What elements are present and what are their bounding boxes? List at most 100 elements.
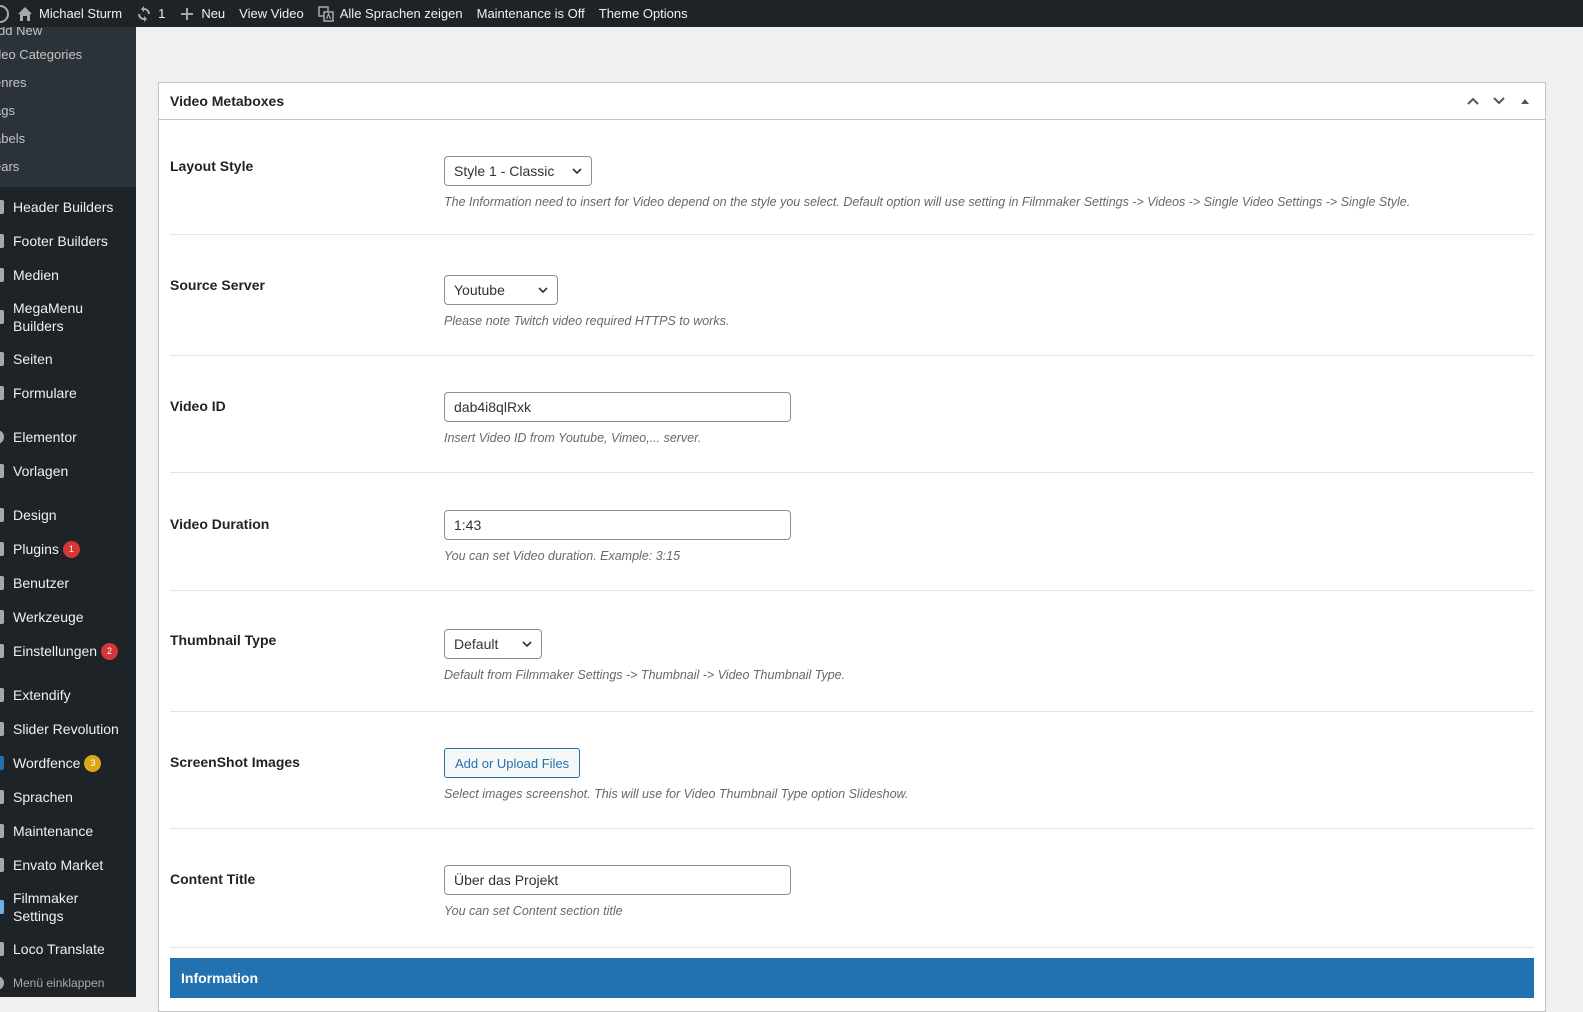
- page-scrollbar-track[interactable]: [1568, 27, 1583, 997]
- video-id-row: Video ID dab4i8qlRxk Insert Video ID fro…: [170, 356, 1534, 473]
- postbox-header: Video Metaboxes: [159, 83, 1545, 120]
- sidebar-item-footer-builders[interactable]: Footer Builders: [0, 224, 136, 258]
- maintenance-status-link[interactable]: Maintenance is Off: [470, 0, 592, 27]
- theme-options-link[interactable]: Theme Options: [592, 0, 695, 27]
- slider-icon: [0, 722, 4, 736]
- admin-menu: Header Builders Footer Builders Medien M…: [0, 187, 136, 997]
- submenu-item-tags[interactable]: ags: [0, 97, 136, 125]
- content-title-label: Content Title: [170, 871, 256, 887]
- envato-icon: [0, 858, 4, 872]
- source-server-body: Youtube Please note Twitch video require…: [444, 275, 1534, 355]
- main-content: Video Metaboxes Layout Style Style 1 - C…: [136, 27, 1583, 1012]
- thumbnail-type-row: Thumbnail Type Default Default from Film…: [170, 591, 1534, 712]
- submenu-item-video-categories[interactable]: deo Categories: [0, 41, 136, 69]
- plugins-icon: [0, 542, 4, 556]
- sidebar-item-label: Sprachen: [13, 789, 73, 805]
- view-video-link[interactable]: View Video: [232, 0, 311, 27]
- add-upload-files-button[interactable]: Add or Upload Files: [444, 748, 581, 778]
- sidebar-item-header-builders[interactable]: Header Builders: [0, 190, 136, 224]
- new-label: Neu: [201, 6, 226, 21]
- sidebar-item-einstellungen[interactable]: Einstellungen 2: [0, 634, 136, 668]
- menu-separator: [0, 668, 136, 678]
- source-server-label: Source Server: [170, 277, 265, 293]
- settings-icon: [0, 644, 4, 658]
- sidebar-item-filmmaker-settings[interactable]: Filmmaker Settings: [0, 882, 136, 932]
- updates-link[interactable]: 1: [129, 0, 172, 27]
- chevron-down-icon: [538, 287, 548, 294]
- sidebar-item-plugins[interactable]: Plugins 1: [0, 532, 136, 566]
- sidebar-item-design[interactable]: Design: [0, 498, 136, 532]
- elementor-icon: [0, 430, 4, 444]
- sidebar-item-medien[interactable]: Medien: [0, 258, 136, 292]
- sidebar-item-elementor[interactable]: Elementor: [0, 420, 136, 454]
- sidebar-item-collapse-menu[interactable]: Menü einklappen: [0, 966, 136, 997]
- submenu-item-genres[interactable]: enres: [0, 69, 136, 97]
- settings-update-badge: 2: [101, 642, 119, 660]
- pages-icon: [0, 352, 4, 366]
- loco-icon: [0, 942, 4, 956]
- layout-style-body: Style 1 - Classic The Information need t…: [444, 156, 1534, 234]
- screenshot-images-label: ScreenShot Images: [170, 754, 300, 770]
- languages-link[interactable]: Alle Sprachen zeigen: [311, 0, 470, 27]
- megamenu-icon: [0, 310, 4, 324]
- wordfence-icon: [0, 756, 4, 770]
- layout-style-description: The Information need to insert for Video…: [444, 195, 1411, 209]
- submenu-item-years[interactable]: ears: [0, 153, 136, 181]
- forms-icon: [0, 386, 4, 400]
- filmmaker-icon: [0, 900, 4, 914]
- toggle-panel-button[interactable]: [1516, 92, 1534, 110]
- extendify-icon: [0, 688, 4, 702]
- sidebar-item-seiten[interactable]: Seiten: [0, 342, 136, 376]
- sidebar-item-vorlagen[interactable]: Vorlagen: [0, 454, 136, 488]
- screenshot-images-body: Add or Upload Files Select images screen…: [444, 748, 1534, 828]
- video-id-input[interactable]: dab4i8qlRxk: [444, 392, 791, 422]
- refresh-icon: [138, 5, 151, 22]
- sidebar-item-formulare[interactable]: Formulare: [0, 376, 136, 410]
- maintenance-icon: [0, 824, 4, 838]
- submenu-item-labels[interactable]: abels: [0, 125, 136, 153]
- sidebar-item-werkzeuge[interactable]: Werkzeuge: [0, 600, 136, 634]
- sidebar-item-label: Filmmaker Settings: [13, 890, 79, 924]
- sidebar-item-slider-revolution[interactable]: Slider Revolution: [0, 712, 136, 746]
- sidebar-item-megamenu-builders[interactable]: MegaMenu Builders: [0, 292, 136, 342]
- sidebar-item-label: Header Builders: [13, 199, 114, 215]
- screenshot-images-description: Select images screenshot. This will use …: [444, 787, 909, 801]
- thumbnail-type-description: Default from Filmmaker Settings -> Thumb…: [444, 668, 846, 682]
- sidebar-item-label: Menü einklappen: [13, 976, 105, 990]
- sidebar-item-envato-market[interactable]: Envato Market: [0, 848, 136, 882]
- plugins-update-badge: 1: [62, 540, 80, 558]
- translate-icon: [318, 5, 334, 22]
- source-server-select[interactable]: Youtube: [444, 275, 558, 305]
- thumbnail-type-select[interactable]: Default: [444, 629, 542, 659]
- layout-style-select[interactable]: Style 1 - Classic: [444, 156, 592, 186]
- thumbnail-type-body: Default Default from Filmmaker Settings …: [444, 629, 1534, 711]
- submenu-item-add-new[interactable]: dd New: [0, 27, 136, 41]
- video-duration-row: Video Duration 1:43 You can set Video du…: [170, 473, 1534, 591]
- new-content-link[interactable]: Neu: [172, 0, 232, 27]
- information-section-header[interactable]: Information: [170, 958, 1534, 998]
- admin-bar: Michael Sturm 1 Neu View Video Alle Spra…: [0, 0, 1583, 27]
- wordfence-alert-badge: 3: [84, 754, 102, 772]
- view-video-label: View Video: [239, 6, 304, 21]
- media-icon: [0, 268, 4, 282]
- postbox-title: Video Metaboxes: [170, 93, 285, 109]
- sidebar-item-wordfence[interactable]: Wordfence 3: [0, 746, 136, 780]
- sidebar-item-loco-translate[interactable]: Loco Translate: [0, 932, 136, 966]
- theme-options-label: Theme Options: [598, 6, 688, 21]
- move-down-button[interactable]: [1490, 92, 1508, 110]
- collapse-icon: [0, 976, 4, 990]
- chevron-down-icon: [1493, 97, 1505, 105]
- content-title-input[interactable]: Über das Projekt: [444, 865, 791, 895]
- sidebar-item-maintenance[interactable]: Maintenance: [0, 814, 136, 848]
- sidebar-item-label: Wordfence: [13, 755, 81, 771]
- tools-icon: [0, 610, 4, 624]
- site-name-link[interactable]: Michael Sturm: [10, 0, 129, 27]
- sidebar-item-benutzer[interactable]: Benutzer: [0, 566, 136, 600]
- sidebar-item-extendify[interactable]: Extendify: [0, 678, 136, 712]
- source-server-description: Please note Twitch video required HTTPS …: [444, 314, 730, 328]
- home-icon: [18, 6, 32, 21]
- move-up-button[interactable]: [1464, 92, 1482, 110]
- sidebar-item-sprachen[interactable]: Sprachen: [0, 780, 136, 814]
- video-duration-input[interactable]: 1:43: [444, 510, 791, 540]
- wordpress-logo-icon[interactable]: [0, 0, 10, 27]
